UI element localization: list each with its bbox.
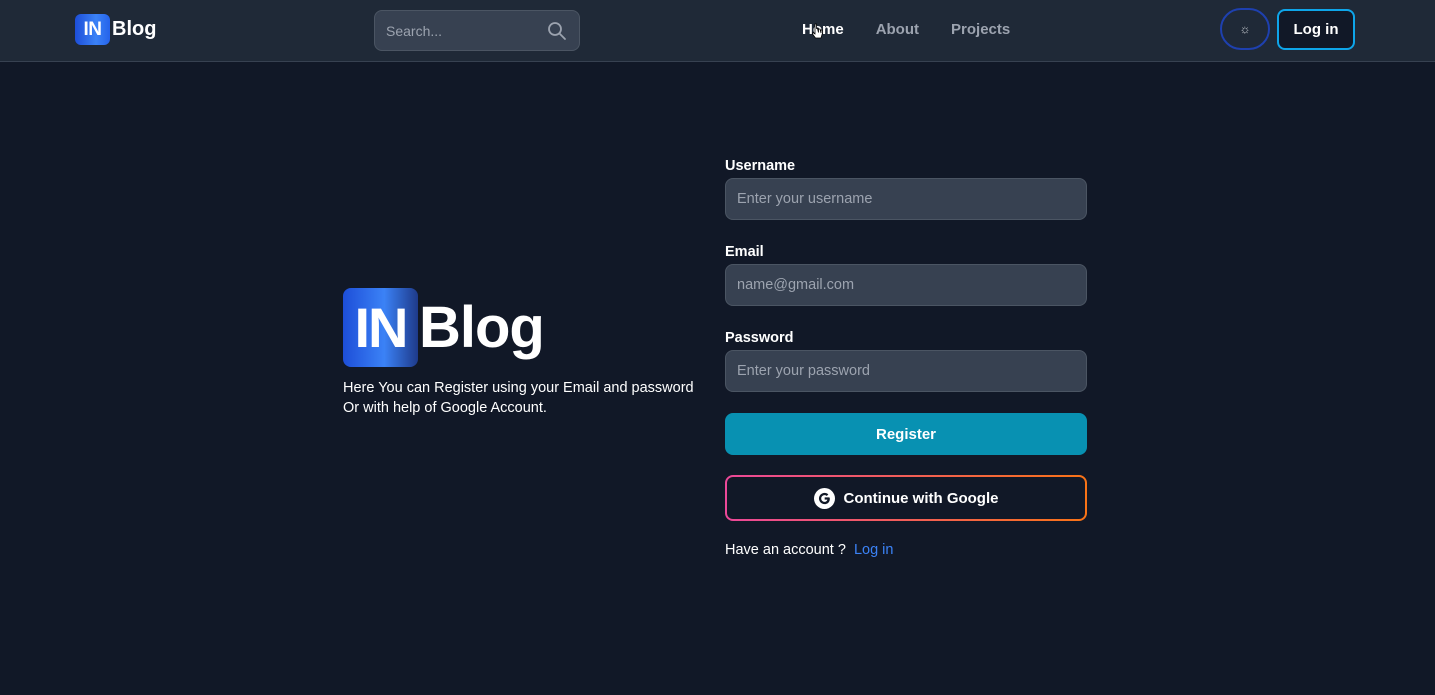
- brand-word: Blog: [112, 18, 157, 40]
- have-account-text: Have an account ?: [725, 542, 846, 558]
- email-field-group: Email: [725, 244, 1087, 307]
- theme-toggle-button[interactable]: ☼: [1220, 8, 1270, 50]
- username-label: Username: [725, 158, 796, 174]
- register-form: Username Email Password Register Continu…: [725, 158, 1087, 558]
- nav-link-projects[interactable]: Projects: [951, 21, 1010, 38]
- email-label: Email: [725, 244, 764, 260]
- search-box: [374, 10, 580, 51]
- have-account-row: Have an account ? Log in: [725, 542, 893, 558]
- mouse-cursor-icon: [812, 23, 823, 39]
- login-link[interactable]: Log in: [854, 542, 894, 558]
- password-input[interactable]: [725, 350, 1087, 392]
- hero-description: Here You can Register using your Email a…: [343, 378, 703, 418]
- username-field-group: Username: [725, 158, 1087, 221]
- brand-badge: IN: [75, 14, 110, 45]
- hero-description-line-1: Here You can Register using your Email a…: [343, 380, 694, 396]
- google-button-border: Continue with Google: [725, 475, 1087, 521]
- search-icon[interactable]: [547, 21, 567, 41]
- main-nav: Home About Projects: [802, 21, 1010, 38]
- hero-description-line-2: Or with help of Google Account.: [343, 400, 547, 416]
- header-login-button[interactable]: Log in: [1277, 9, 1355, 50]
- password-field-group: Password: [725, 330, 1087, 393]
- top-navbar: IN Blog Home About Projects ☼ Log in: [0, 0, 1435, 62]
- username-input[interactable]: [725, 178, 1087, 220]
- email-input[interactable]: [725, 264, 1087, 306]
- hero-logo-badge: IN: [343, 288, 418, 367]
- register-button[interactable]: Register: [725, 413, 1087, 455]
- brand-logo-link[interactable]: IN Blog: [75, 14, 156, 45]
- hero-logo: IN Blog: [343, 288, 545, 367]
- password-label: Password: [725, 330, 794, 346]
- search-input[interactable]: [375, 11, 545, 50]
- nav-link-about[interactable]: About: [876, 21, 919, 38]
- google-button-label: Continue with Google: [843, 489, 999, 507]
- hero-logo-word: Blog: [419, 295, 545, 360]
- continue-with-google-button[interactable]: Continue with Google: [727, 477, 1085, 519]
- google-icon: [813, 487, 835, 509]
- sun-icon: ☼: [1239, 22, 1251, 36]
